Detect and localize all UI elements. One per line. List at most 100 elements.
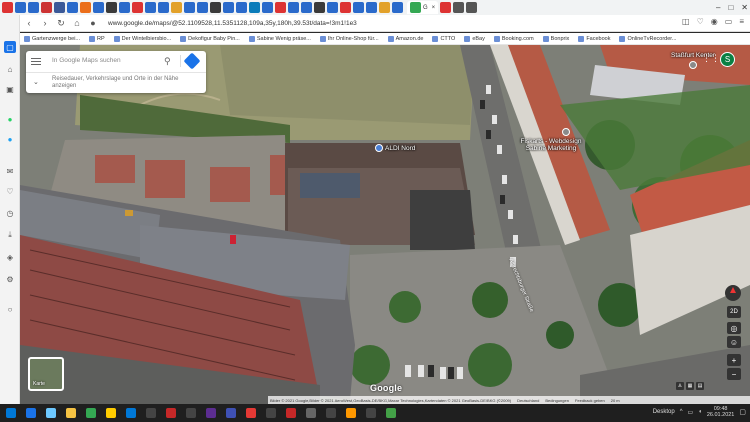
download-icon[interactable]: ⤓ [4, 229, 16, 241]
bookmark-item[interactable]: RP [89, 35, 105, 42]
heart-sidebar-icon[interactable]: ♡ [4, 185, 16, 197]
tray-expand-icon[interactable]: ^ [680, 409, 683, 415]
taskbar-app-icon[interactable] [246, 408, 256, 418]
tab-favicon[interactable] [184, 2, 195, 13]
tab-favicon[interactable] [314, 2, 325, 13]
search-icon[interactable]: ⚲ [164, 56, 171, 67]
settings-icon[interactable]: ⚙ [4, 273, 16, 285]
tab-favicon[interactable] [392, 2, 403, 13]
tab-favicon[interactable] [171, 2, 182, 13]
taskbar-app-icon[interactable] [366, 408, 376, 418]
tab-favicon[interactable] [28, 2, 39, 13]
bookmark-item[interactable]: Facebook [578, 35, 610, 42]
home-icon[interactable]: ⌂ [72, 18, 82, 28]
tab-favicon[interactable] [288, 2, 299, 13]
tab-favicon[interactable] [327, 2, 338, 13]
taskbar-app-icon[interactable] [386, 408, 396, 418]
bookmark-item[interactable]: eBay [464, 35, 485, 42]
poi-fiskarts[interactable]: Fiskarts - Webdesign Sabine Marketing [521, 128, 586, 152]
bulb-icon[interactable]: ○ [4, 303, 16, 315]
tab-close-icon[interactable]: × [432, 5, 436, 11]
bookmark-item[interactable]: Amazon.de [387, 35, 423, 42]
bookmark-item[interactable]: Der Wintelbiersbio... [113, 35, 171, 42]
back-icon[interactable]: ‹ [24, 18, 34, 28]
bookmark-item[interactable]: Sabine Wenig präse... [248, 35, 311, 42]
tab-favicon[interactable] [466, 2, 478, 13]
url-field[interactable]: www.google.de/maps/@52.1109528,11.535112… [108, 20, 357, 27]
tab-favicon[interactable] [353, 2, 364, 13]
zoom-out-button[interactable]: − [727, 368, 741, 380]
poi-aldi[interactable]: ALDI Nord [375, 144, 415, 152]
tab-favicon[interactable] [80, 2, 91, 13]
taskbar-app-icon[interactable] [266, 408, 276, 418]
tab-favicon[interactable] [210, 2, 221, 13]
menu-icon[interactable]: ≡ [739, 17, 744, 26]
layers-icon[interactable]: ▤ [696, 382, 704, 390]
tab-favicon[interactable] [145, 2, 156, 13]
attribution-item[interactable]: 20 m [611, 398, 620, 403]
tab-favicon[interactable] [379, 2, 390, 13]
taskbar-app-icon[interactable] [46, 408, 56, 418]
apps-grid-icon[interactable]: ⋮⋮ [702, 53, 720, 64]
clock[interactable]: 09:48 26.01.2021 [707, 406, 735, 418]
desktop-toolbar-label[interactable]: Desktop [653, 409, 675, 415]
attribution-item[interactable]: Bedingungen [545, 398, 569, 403]
bookmark-item[interactable]: Bonprix [542, 35, 569, 42]
tab-favicon[interactable] [119, 2, 130, 13]
tab-favicon[interactable] [249, 2, 260, 13]
briefcase-icon[interactable]: ▣ [4, 83, 16, 95]
tab-favicon[interactable] [2, 2, 13, 13]
zoom-in-button[interactable]: + [727, 354, 741, 366]
tab-favicon[interactable] [340, 2, 351, 13]
attribution-item[interactable]: Feedback geben [575, 398, 605, 403]
tab-favicon[interactable] [453, 2, 465, 13]
tab-favicon[interactable] [132, 2, 143, 13]
messenger-icon[interactable]: ● [4, 133, 16, 145]
tab-favicon[interactable] [440, 2, 452, 13]
forward-icon[interactable]: › [40, 18, 50, 28]
camera-icon[interactable]: ◫ [682, 17, 690, 26]
heart-icon[interactable]: ♡ [697, 17, 704, 26]
home-sidebar-icon[interactable]: ⌂ [4, 63, 16, 75]
taskbar-app-icon[interactable] [26, 408, 36, 418]
mail-icon[interactable]: ✉ [4, 165, 16, 177]
search-input[interactable]: In Google Maps suchen [52, 57, 121, 64]
tab-favicon[interactable] [106, 2, 117, 13]
tab-favicon[interactable] [301, 2, 312, 13]
tab-favicon[interactable] [223, 2, 234, 13]
bookmark-item[interactable]: OnlineTvRecorder... [619, 35, 676, 42]
map-view[interactable] [20, 45, 750, 404]
bookmark-icon[interactable]: ▭ [725, 17, 733, 26]
satellite-imagery[interactable] [20, 45, 750, 404]
taskbar-app-icon[interactable] [326, 408, 336, 418]
maximize-icon[interactable]: □ [728, 0, 733, 15]
history-icon[interactable]: ◷ [4, 207, 16, 219]
layer-switcher[interactable]: Karte [28, 357, 64, 391]
taskbar-app-icon[interactable] [126, 408, 136, 418]
bookmark-item[interactable]: Booking.com [493, 35, 534, 42]
taskbar-app-icon[interactable] [146, 408, 156, 418]
tab-favicon[interactable] [54, 2, 65, 13]
taskbar-app-icon[interactable] [346, 408, 356, 418]
bookmark-item[interactable]: CTTO [432, 35, 455, 42]
explore-nearby-row[interactable]: ⌄ Reisedauer, Verkehrslage und Orte in d… [26, 72, 206, 93]
hamburger-menu-icon[interactable] [31, 57, 41, 65]
taskbar-app-icon[interactable] [306, 408, 316, 418]
taskbar-app-icon[interactable] [186, 408, 196, 418]
taskbar-app-icon[interactable] [226, 408, 236, 418]
active-tab[interactable]: G × [407, 1, 439, 14]
taskbar-app-icon[interactable] [286, 408, 296, 418]
tab-favicon[interactable] [275, 2, 286, 13]
taskbar-app-icon[interactable] [166, 408, 176, 418]
tab-favicon[interactable] [366, 2, 377, 13]
bookmark-item[interactable]: Gartenzwerge bei... [24, 35, 80, 42]
speed-dial-icon[interactable]: ▢ [4, 41, 16, 53]
taskbar-app-icon[interactable] [66, 408, 76, 418]
tab-favicon[interactable] [67, 2, 78, 13]
whatsapp-icon[interactable]: ● [4, 113, 16, 125]
attribution-item[interactable]: Deutschland [517, 398, 539, 403]
network-icon[interactable]: ▭ [688, 409, 694, 416]
minimize-icon[interactable]: – [716, 0, 720, 15]
taskbar-app-icon[interactable] [106, 408, 116, 418]
tab-favicon[interactable] [93, 2, 104, 13]
